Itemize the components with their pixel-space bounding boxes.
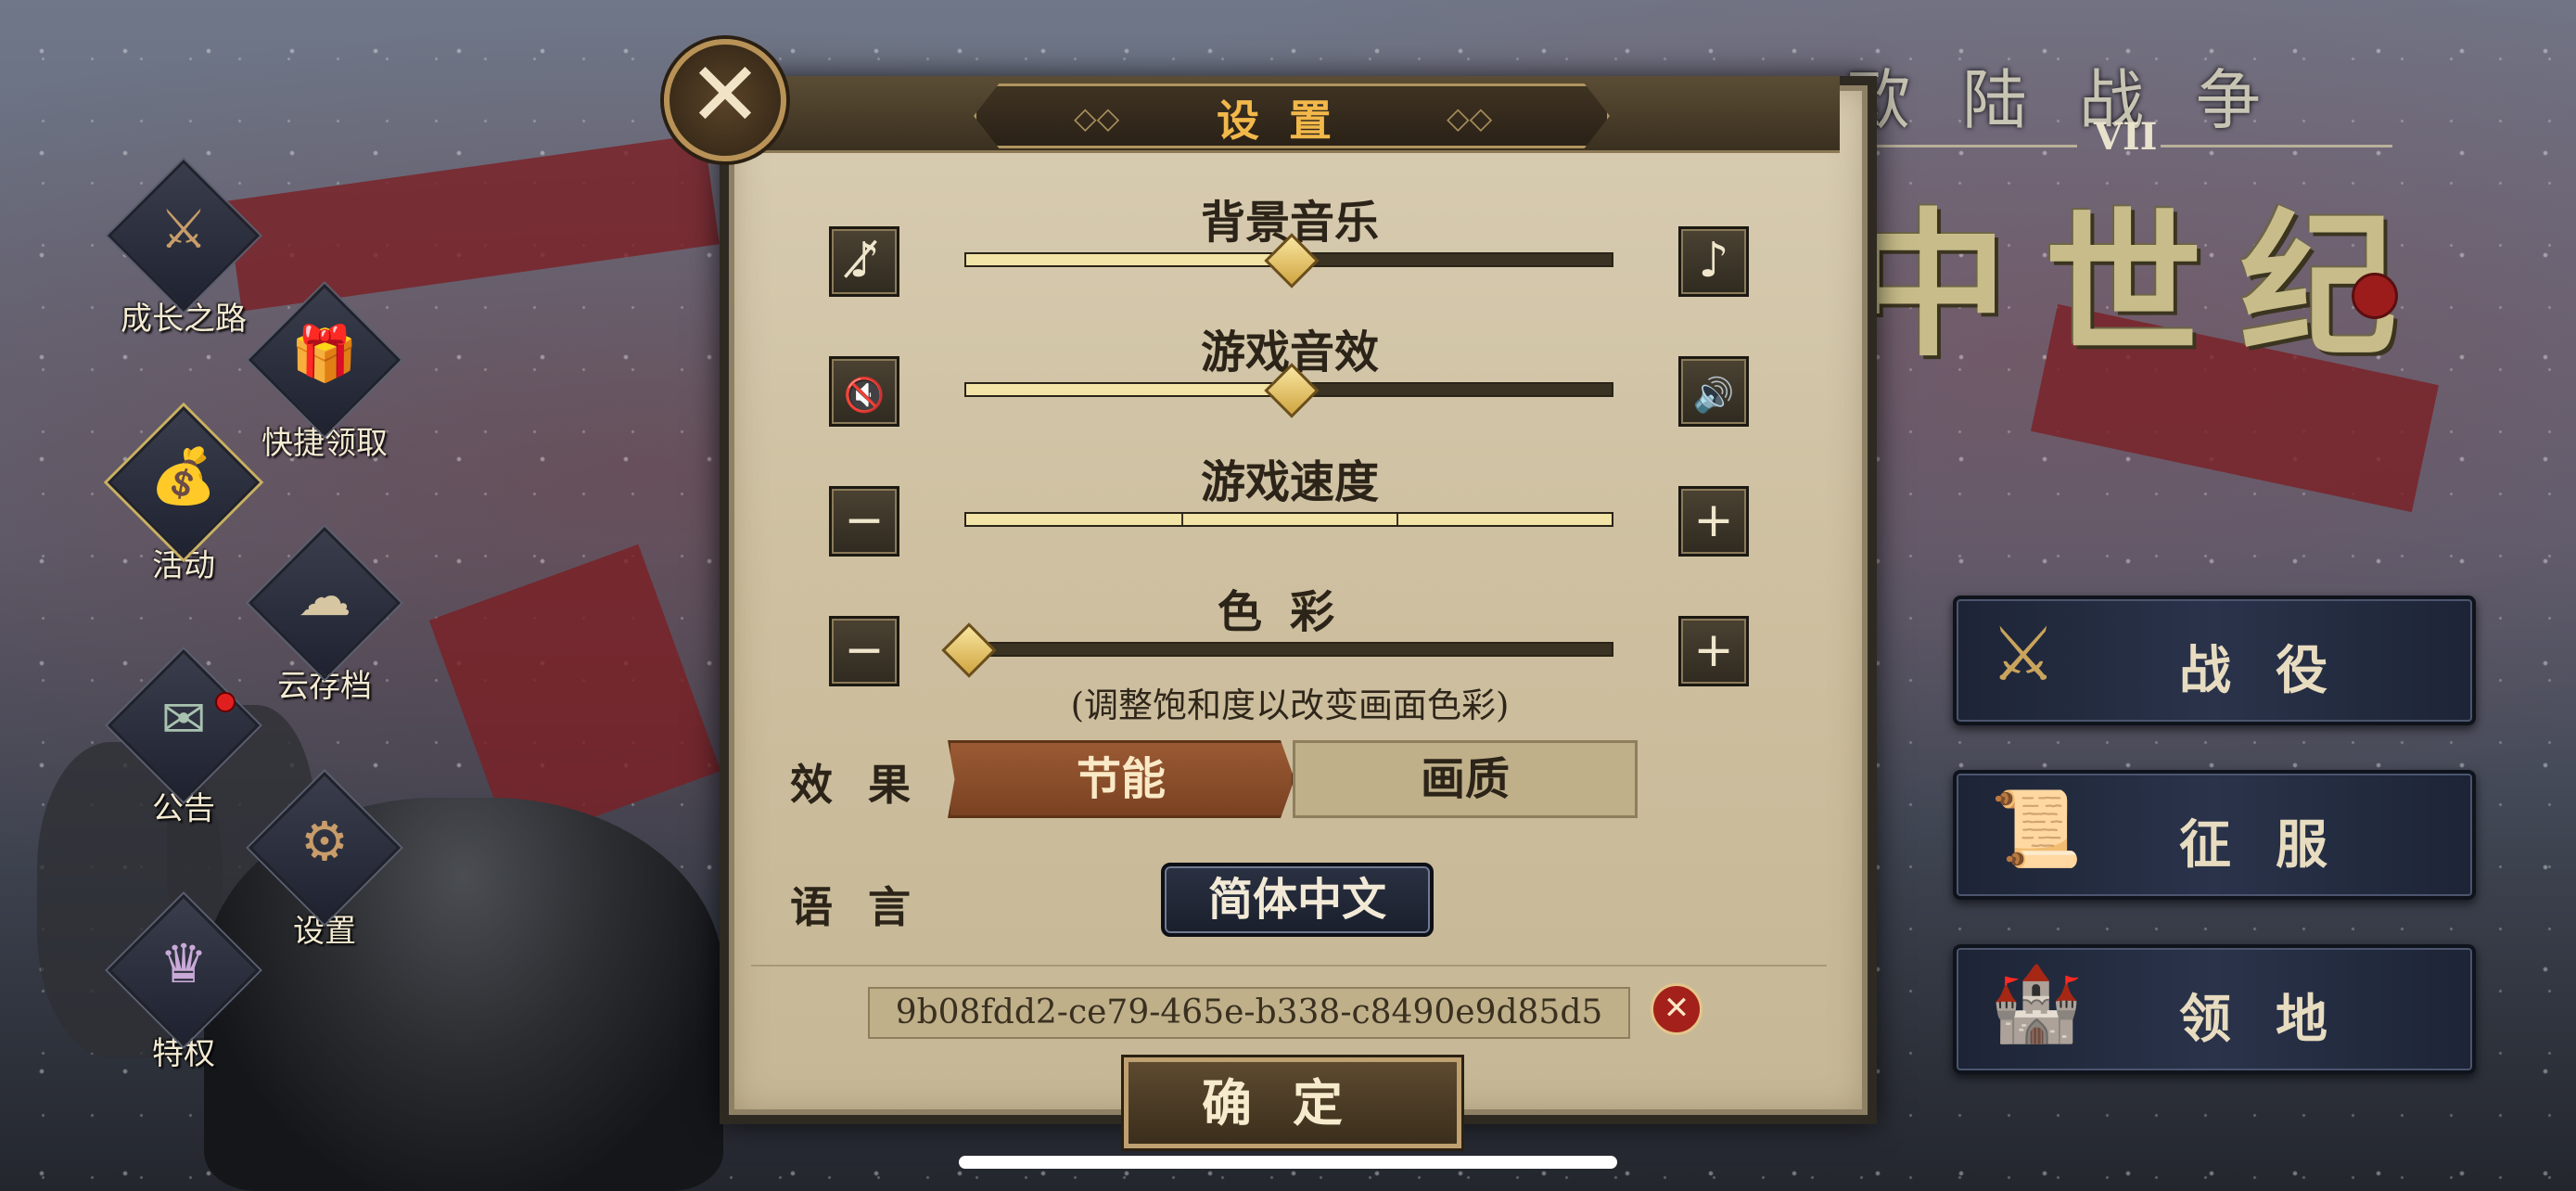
territory-button[interactable]: 🏰 领地 [1953,944,2476,1074]
map-scroll-icon: 📜 [1990,786,2083,872]
conquest-label: 征服 [2179,814,2372,876]
confirm-button[interactable]: 确定 [1124,1057,1461,1148]
user-id-field[interactable]: 9b08fdd2-ce79-465e-b338-c8490e9d85d5 [868,987,1630,1039]
sfx-mute-button[interactable]: 🔇 [829,356,899,427]
language-select-button[interactable]: 简体中文 [1161,863,1434,937]
clear-user-id-button[interactable]: ✕ [1651,983,1702,1035]
color-hint: (调整饱和度以改变画面色彩) [1070,685,1510,725]
color-label: 色彩 [1217,586,1362,638]
envelope-glyph-icon: ✉ [160,687,207,750]
color-decrease-button[interactable]: − [829,616,899,686]
minus-icon: − [844,622,885,678]
slider-fill [966,254,1289,265]
notification-dot [215,692,236,712]
gift-glyph-icon: 🎁 [290,322,359,385]
sfx-loud-button[interactable]: 🔊 [1678,356,1749,427]
territory-label: 领地 [2179,989,2372,1050]
game-title-roman: VII [2094,115,2158,159]
title-divider [1855,145,2077,147]
effect-quality-button[interactable]: 画质 [1293,740,1638,818]
effect-label: 效果 [790,760,946,810]
campaign-label: 战役 [2179,640,2372,701]
speed-step-divider [1396,514,1398,525]
speed-decrease-button[interactable]: − [829,486,899,557]
music-on-button[interactable]: ♪ [1678,226,1749,297]
menu-event[interactable]: 💰 活动 [107,405,261,585]
game-title-top: 欧陆战争 [1845,62,2313,138]
menu-settings[interactable]: ⚙ 设置 [248,771,402,951]
money-bag-glyph-icon: 💰 [149,444,218,507]
music-off-button[interactable]: ♪̸ [829,226,899,297]
minus-icon: − [844,493,885,548]
music-muted-icon: ♪̸ [848,233,880,288]
slider-fill [966,384,1289,395]
speaker-muted-icon: 🔇 [843,377,886,415]
sfx-slider[interactable] [964,363,1613,418]
close-icon: ✕ [1663,990,1690,1027]
castle-icon: 🏰 [1990,960,2083,1046]
plus-icon: + [1693,493,1734,548]
conquest-button[interactable]: 📜 征服 [1953,770,2476,900]
menu-announcement[interactable]: ✉ 公告 [107,648,261,828]
dialog-title: 设置 [1217,96,1361,146]
color-slider[interactable] [941,622,1613,678]
red-seal-icon [2352,273,2398,319]
title-divider [2161,145,2392,147]
language-label: 语言 [790,882,946,932]
slider-fill [966,514,1612,525]
close-dialog-button[interactable]: ✕ [664,39,786,161]
close-icon: ✕ [687,43,763,147]
speed-step-divider [1180,514,1183,525]
crown-glyph-icon: ♛ [159,932,208,995]
crossed-swords-icon: ⚔ [1990,611,2057,698]
sword-shield-glyph-icon: ⚔ [159,198,208,261]
menu-privilege[interactable]: ♛ 特权 [107,893,261,1073]
cloud-upload-glyph-icon: ☁ [298,565,351,628]
speed-increase-button[interactable]: + [1678,486,1749,557]
game-title-main: 中世纪 [1850,193,2435,378]
color-increase-button[interactable]: + [1678,616,1749,686]
speed-label: 游戏速度 [1200,456,1379,508]
campaign-button[interactable]: ⚔ 战役 [1953,596,2476,725]
dialog-divider [751,965,1827,967]
home-indicator[interactable] [959,1156,1617,1169]
menu-quick-claim[interactable]: 🎁 快捷领取 [248,283,402,463]
effect-power-saving-button[interactable]: 节能 [948,740,1294,818]
bg-music-slider[interactable] [964,233,1613,288]
music-note-icon: ♪ [1698,233,1729,288]
menu-cloud-save[interactable]: ☁ 云存档 [248,526,402,706]
speaker-loud-icon: 🔊 [1692,377,1735,415]
plus-icon: + [1693,622,1734,678]
menu-growth-path[interactable]: ⚔ 成长之路 [107,159,261,339]
speed-slider[interactable] [964,512,1613,527]
gear-glyph-icon: ⚙ [300,810,349,873]
